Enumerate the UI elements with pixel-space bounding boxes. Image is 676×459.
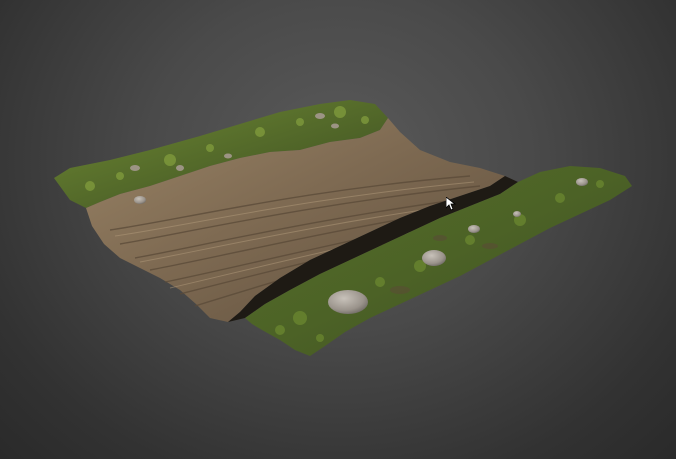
medium-rock — [422, 250, 446, 266]
small-rock-1 — [468, 225, 480, 233]
large-rock — [328, 290, 368, 314]
small-rock-3 — [513, 211, 521, 217]
terrain-scan-model[interactable] — [0, 0, 676, 459]
small-rock-4 — [134, 196, 146, 204]
3d-viewport[interactable] — [0, 0, 676, 459]
mouse-pointer-icon — [446, 197, 456, 211]
small-rock-2 — [576, 178, 588, 186]
